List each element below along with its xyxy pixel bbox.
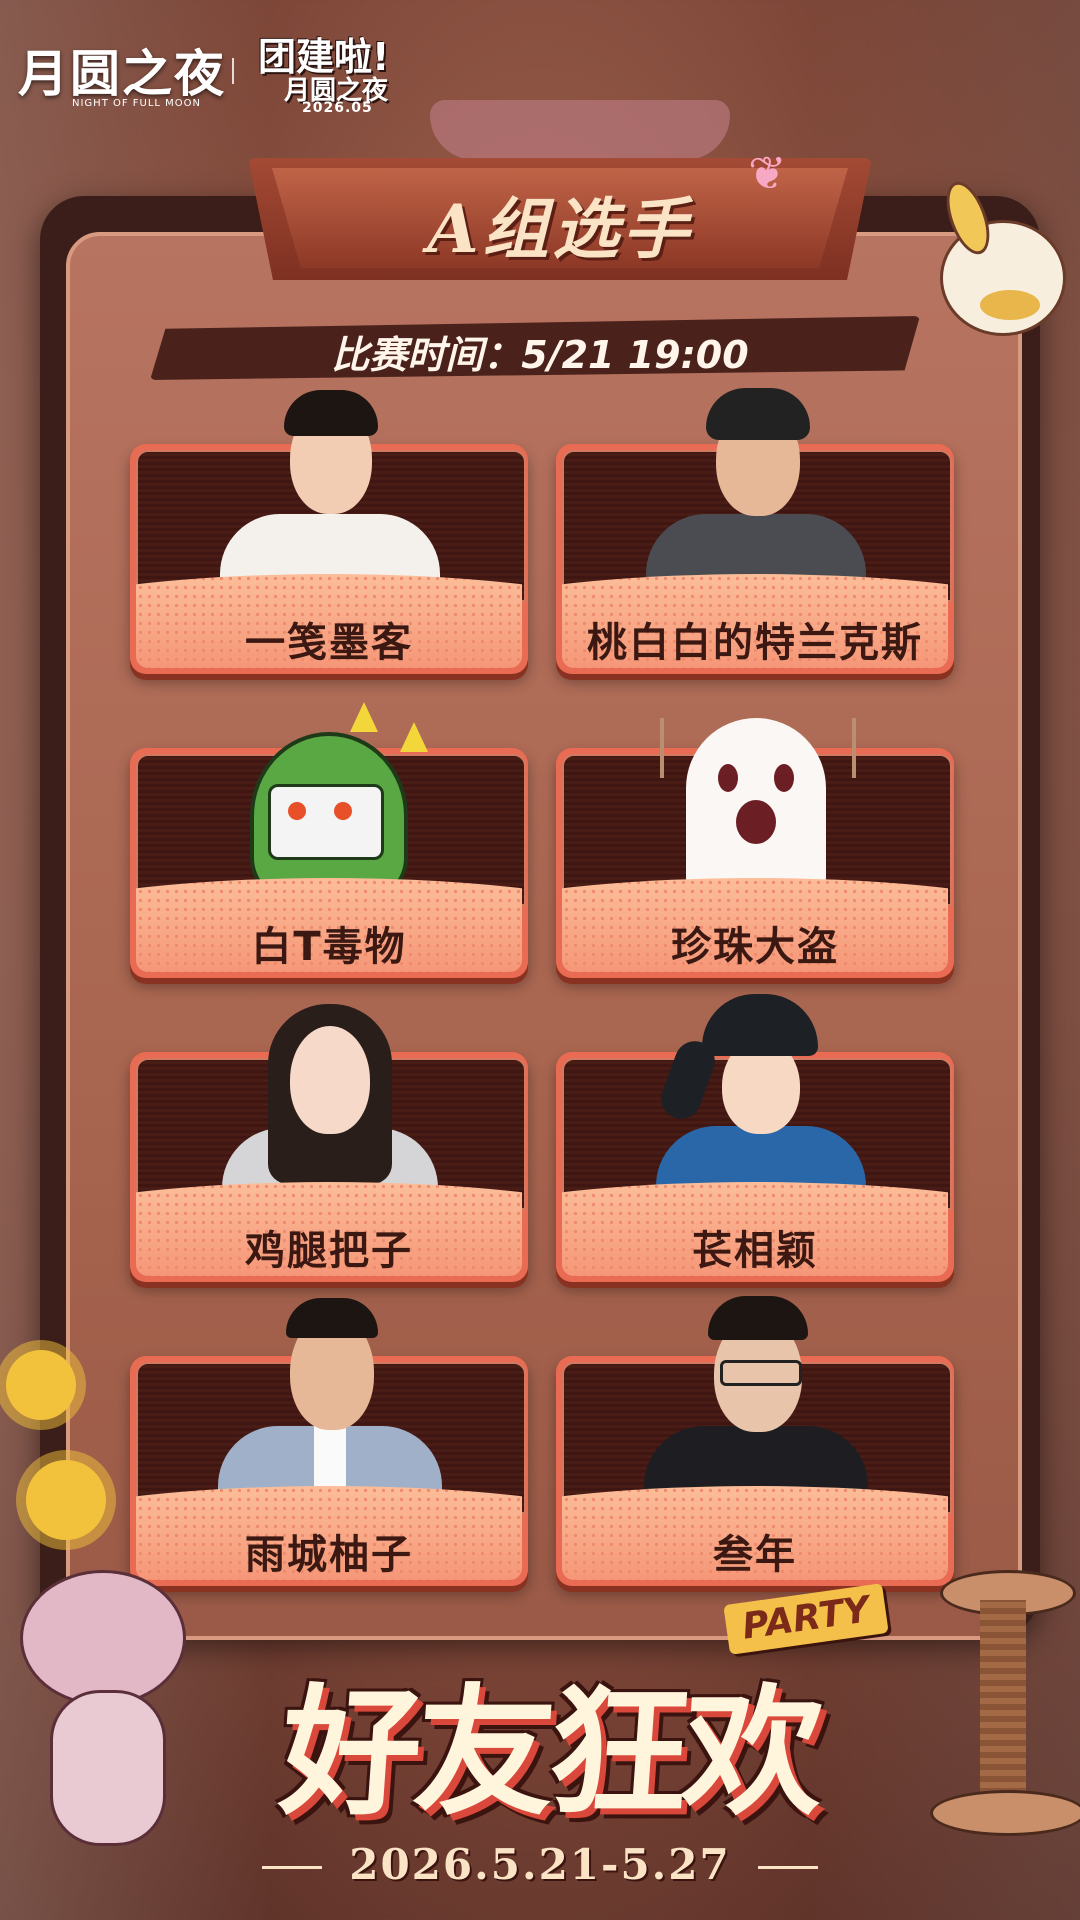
player-name: 桃白白的特兰克斯	[587, 620, 923, 666]
player-card: 白T毒物	[130, 702, 528, 978]
player-avatar	[210, 384, 450, 594]
player-name: 珍珠大盗	[671, 924, 839, 970]
butterfly-icon: ❦	[748, 146, 787, 200]
event-logo-date: 2026.05	[302, 100, 373, 116]
brand-logo-subtitle: NIGHT OF FULL MOON	[72, 98, 202, 109]
right-arrow-decoration	[758, 1866, 818, 1869]
player-card: 桃白白的特兰克斯	[556, 388, 954, 674]
player-name: 白T毒物	[251, 924, 407, 970]
player-name: 叁年	[713, 1532, 797, 1578]
player-avatar	[210, 998, 450, 1202]
player-card: 鸡腿把子	[130, 1004, 528, 1282]
player-avatar	[210, 1290, 450, 1506]
flower-icon	[0, 1340, 120, 1560]
player-name: 一笺墨客	[245, 620, 413, 666]
curtain-decoration	[430, 100, 730, 160]
player-card: 叁年	[556, 1296, 954, 1586]
ghost-icon	[660, 718, 856, 898]
cat-tower-icon	[930, 1570, 1080, 1910]
cat-mascot-icon	[10, 1540, 200, 1860]
brand-logo: 月圆之夜	[18, 44, 226, 103]
player-name: 鸡腿把子	[245, 1228, 413, 1274]
bunny-mascot-icon	[920, 176, 1070, 340]
illustrated-character	[646, 986, 876, 1202]
player-avatar	[636, 1288, 876, 1506]
event-date-range: 2026.5.21-5.27	[349, 1840, 731, 1889]
player-avatar	[636, 384, 876, 594]
player-card: 一笺墨客	[130, 390, 528, 674]
player-card: 苌相颖	[556, 994, 954, 1282]
match-time: 比赛时间：5/21 19:00	[331, 333, 749, 377]
logo-divider	[232, 58, 234, 84]
player-card: 珍珠大盗	[556, 718, 954, 978]
player-name: 苌相颖	[692, 1228, 818, 1274]
green-dinosaur-icon	[250, 702, 428, 900]
event-slogan: 好友狂欢	[275, 1672, 823, 1835]
